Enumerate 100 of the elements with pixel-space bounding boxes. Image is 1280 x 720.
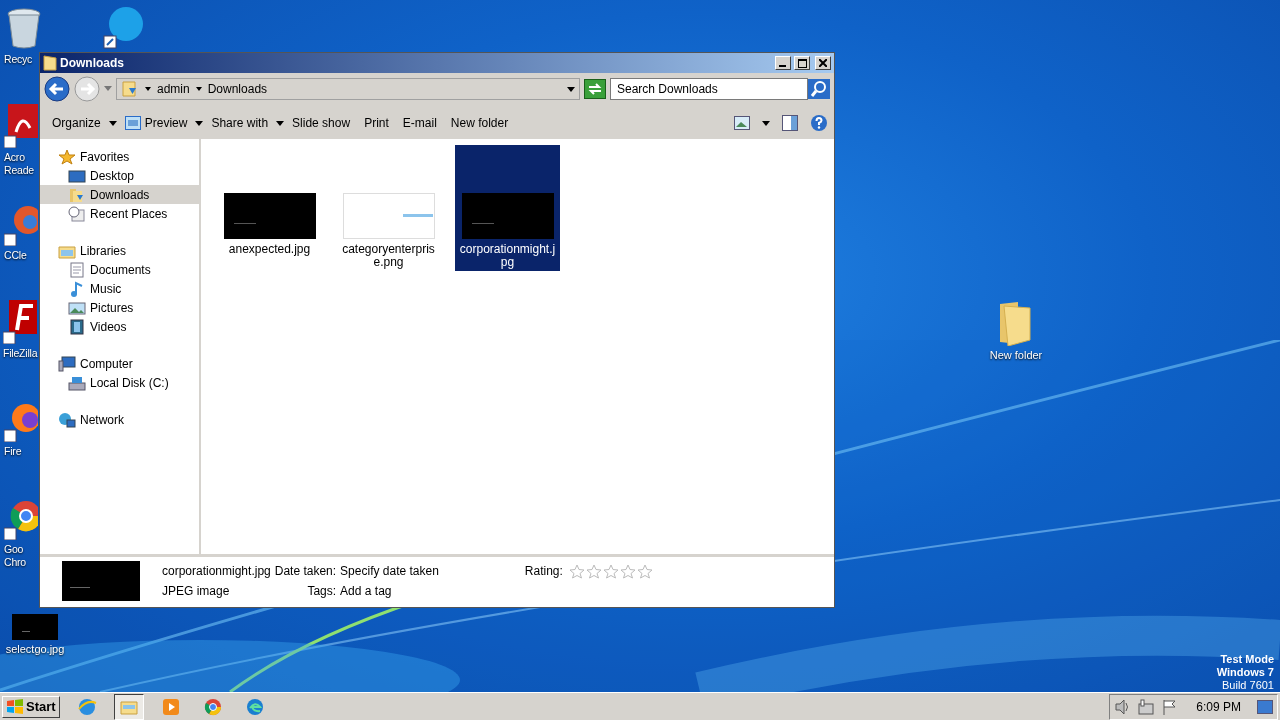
- pdf-app-icon: [4, 104, 38, 148]
- desktop-icon-label[interactable]: Fire: [4, 445, 22, 458]
- desktop-icon-label[interactable]: Goo Chro: [4, 543, 38, 569]
- film-icon: [68, 318, 86, 335]
- file-item[interactable]: anexpected.jpg: [217, 145, 322, 271]
- view-icon[interactable]: [734, 116, 750, 130]
- desktop-icon-label[interactable]: CCle: [4, 249, 27, 262]
- toolbar-button[interactable]: New folder: [444, 113, 515, 133]
- maximize-button[interactable]: [794, 56, 810, 70]
- caret-icon[interactable]: [195, 120, 204, 126]
- start-button[interactable]: Start: [2, 695, 60, 718]
- folder-icon: [120, 701, 138, 714]
- star-icon[interactable]: [619, 564, 636, 579]
- caret-icon[interactable]: [276, 120, 285, 126]
- os-notice-text: Test Mode: [1220, 653, 1274, 666]
- media-player-icon: [162, 698, 179, 715]
- maximize-icon: [797, 58, 807, 68]
- ftp-app-icon: [3, 300, 37, 344]
- clock[interactable]: 6:09 PM: [1186, 699, 1249, 714]
- toolbar-button[interactable]: Print: [358, 113, 395, 133]
- refresh-button[interactable]: [584, 79, 606, 99]
- recent-places-icon: [68, 205, 86, 222]
- star-rating[interactable]: [568, 564, 653, 579]
- toolbar-button[interactable]: Share with: [205, 113, 275, 133]
- caret-icon: [145, 87, 151, 91]
- desktop-icon-label[interactable]: New folder: [989, 349, 1043, 362]
- close-icon: [819, 59, 827, 67]
- os-notice-text: Windows 7: [1216, 666, 1274, 679]
- nav-group[interactable]: Favorites: [40, 147, 199, 166]
- caret-icon[interactable]: [108, 120, 117, 126]
- nav-group[interactable]: Libraries: [40, 241, 199, 260]
- os-notice-text: Build 7601: [1222, 679, 1274, 692]
- dropdown-arrow-icon[interactable]: [567, 86, 575, 92]
- rating-label: Rating:: [524, 564, 563, 579]
- field-label: Tags:: [306, 584, 337, 598]
- star-icon: [58, 148, 76, 165]
- close-button[interactable]: [815, 56, 831, 70]
- computer-icon: [58, 355, 76, 372]
- nav-group[interactable]: Network: [40, 410, 199, 429]
- desktop-icon-label[interactable]: selectgo.jpg: [5, 643, 65, 656]
- preview-icon: [124, 116, 141, 130]
- desktop-icon-label[interactable]: Acro Reade: [4, 151, 38, 177]
- star-icon[interactable]: [636, 564, 653, 579]
- speaker-icon[interactable]: [1114, 698, 1131, 715]
- chat-app-icon: [102, 6, 146, 50]
- image-thumbnail: [12, 614, 58, 640]
- ie-browser-icon: [77, 698, 97, 715]
- field-value[interactable]: Add a tag: [340, 584, 439, 598]
- toolbar-button[interactable]: Slide show: [286, 113, 357, 133]
- recycle-bin-icon: [4, 6, 44, 50]
- edge-browser-icon: [246, 698, 263, 715]
- download-folder-icon: [121, 80, 139, 98]
- desktop-icon-label[interactable]: FileZilla: [3, 347, 38, 360]
- nav-item[interactable]: Music: [40, 279, 199, 298]
- nav-item[interactable]: Videos: [40, 317, 199, 336]
- search-field[interactable]: Search Downloads: [610, 78, 808, 100]
- breadcrumb-item[interactable]: admin: [157, 82, 190, 96]
- download-folder-icon: [68, 186, 86, 203]
- breadcrumb-item[interactable]: Downloads: [207, 82, 268, 96]
- back-button[interactable]: [44, 76, 70, 102]
- window-title: Downloads: [60, 56, 125, 70]
- nav-item[interactable]: Recent Places: [40, 204, 199, 223]
- network-icon: [58, 411, 76, 428]
- desktop-icon-label[interactable]: Recyc: [4, 53, 33, 66]
- field-label: Date taken:: [274, 564, 337, 578]
- preview-pane-icon[interactable]: [782, 115, 798, 131]
- show-desktop-icon[interactable]: [1257, 699, 1273, 714]
- toolbar-button[interactable]: E-mail: [396, 113, 443, 133]
- file-item[interactable]: categoryenterprise.png: [336, 145, 441, 271]
- address-bar[interactable]: admin Downloads: [116, 78, 580, 100]
- file-item[interactable]: corporationmight.jpg: [455, 145, 560, 271]
- network-icon[interactable]: [1138, 698, 1155, 715]
- nav-item[interactable]: Downloads: [40, 185, 199, 204]
- folder-icon: [998, 300, 1034, 346]
- field-value[interactable]: Specify date taken: [340, 564, 439, 578]
- nav-item[interactable]: Local Disk (C:): [40, 373, 199, 392]
- document-icon: [68, 261, 86, 278]
- toolbar-button[interactable]: Organize: [46, 113, 107, 133]
- chrome-icon: [204, 698, 221, 715]
- caret-icon[interactable]: [762, 120, 770, 126]
- star-icon[interactable]: [585, 564, 602, 579]
- file-name: corporationmight.jpg: [162, 564, 271, 578]
- nav-group[interactable]: Computer: [40, 354, 199, 373]
- nav-item[interactable]: Desktop: [40, 166, 199, 185]
- windows-logo-icon: [6, 698, 24, 715]
- pictures-icon: [68, 299, 86, 316]
- star-icon[interactable]: [568, 564, 585, 579]
- folder-icon: [43, 55, 57, 71]
- desktop-icon: [68, 167, 86, 184]
- disk-drive-icon: [68, 374, 86, 391]
- taskbar-app[interactable]: [113, 693, 144, 720]
- nav-item[interactable]: Documents: [40, 260, 199, 279]
- file-type: JPEG image: [162, 584, 231, 598]
- toolbar-button[interactable]: Preview: [118, 113, 194, 133]
- nav-item[interactable]: Pictures: [40, 298, 199, 317]
- minimize-button[interactable]: [775, 56, 791, 70]
- star-icon[interactable]: [602, 564, 619, 579]
- search-icon[interactable]: [808, 79, 830, 99]
- caret-icon: [195, 87, 202, 91]
- help-icon[interactable]: [810, 114, 828, 132]
